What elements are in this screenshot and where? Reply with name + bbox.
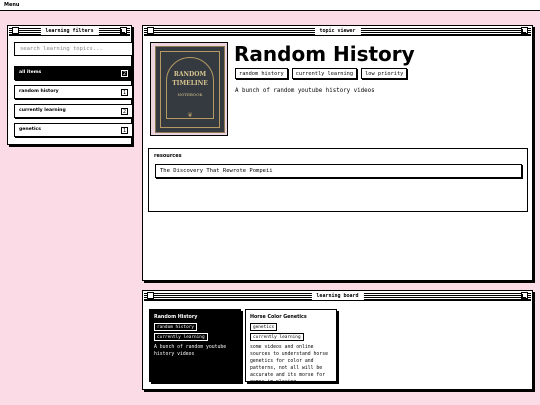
filters-title: learning filters	[40, 27, 99, 35]
board-titlebar[interactable]: learning board	[144, 292, 531, 301]
book-cover: RANDOM TIMELINE NOTEBOOK ❦	[155, 46, 225, 133]
filter-item-all-items[interactable]: all items 2	[14, 66, 133, 80]
tag-currently-learning[interactable]: currently learning	[291, 68, 358, 79]
card-tag: genetics	[250, 323, 278, 331]
cover-subtitle: NOTEBOOK	[177, 92, 203, 97]
card-tags: genetics currently learning	[250, 323, 332, 341]
filter-item-label: random history	[19, 89, 59, 94]
card-tag: currently learning	[250, 333, 304, 341]
card-tags: random history currently learning	[154, 323, 236, 341]
zoom-box-icon[interactable]	[521, 27, 528, 34]
learning-board-title: learning board	[311, 292, 364, 300]
card-tag: random history	[154, 323, 198, 331]
menu-label[interactable]: Menu	[4, 2, 20, 8]
resource-item[interactable]: The Discovery That Rewrote Pompeii	[155, 164, 522, 178]
resources-panel: resources The Discovery That Rewrote Pom…	[148, 148, 528, 212]
card-description: some videos and online sources to unders…	[250, 345, 328, 385]
filter-item-label: all items	[19, 70, 42, 75]
tag-low-priority[interactable]: low priority	[361, 68, 408, 79]
filter-count-badge: 2	[121, 70, 128, 77]
learning-filters-window: learning filters all items 2 random hist…	[7, 25, 133, 145]
filter-count-badge: 2	[121, 108, 128, 115]
filter-count-badge: 1	[121, 89, 128, 96]
cover-title-line: TIMELINE	[172, 80, 208, 87]
ornament-icon: ❦	[187, 110, 193, 119]
resources-heading: resources	[154, 153, 182, 159]
filter-count-badge: 1	[121, 127, 128, 134]
board-card-horse-color-genetics[interactable]: Horse Color Genetics genetics currently …	[245, 309, 337, 385]
close-box-icon[interactable]	[147, 27, 154, 34]
zoom-box-icon[interactable]	[120, 27, 127, 34]
close-box-icon[interactable]	[12, 27, 19, 34]
filter-item-random-history[interactable]: random history 1	[14, 85, 133, 99]
card-title: Random History	[154, 315, 198, 320]
board-card-random-history[interactable]: Random History random history currently …	[149, 309, 241, 382]
topic-description: A bunch of random youtube history videos	[235, 88, 375, 94]
card-description: A bunch of random youtube history videos	[154, 345, 227, 357]
filter-item-currently-learning[interactable]: currently learning 2	[14, 104, 133, 118]
card-tag: currently learning	[154, 333, 208, 341]
card-title: Horse Color Genetics	[250, 315, 307, 320]
learning-board-window: learning board Random History random his…	[142, 290, 533, 390]
topic-viewer-window: topic viewer RANDOM TIMELINE NOTEBOOK ❦ …	[142, 25, 533, 281]
topic-titlebar[interactable]: topic viewer	[144, 27, 531, 36]
filter-item-label: genetics	[19, 127, 42, 132]
search-input[interactable]	[14, 42, 133, 56]
topic-tags: random history currently learning low pr…	[235, 68, 408, 79]
topic-title: Random History	[234, 42, 415, 66]
close-box-icon[interactable]	[147, 292, 154, 299]
topic-cover-image: RANDOM TIMELINE NOTEBOOK ❦	[150, 42, 228, 136]
cover-title-line: RANDOM	[173, 71, 207, 78]
filter-item-label: currently learning	[19, 108, 66, 113]
filters-titlebar[interactable]: learning filters	[9, 27, 130, 36]
menu-bar[interactable]: Menu	[0, 0, 540, 11]
topic-viewer-title: topic viewer	[314, 27, 361, 35]
tag-random-history[interactable]: random history	[235, 68, 288, 79]
zoom-box-icon[interactable]	[521, 292, 528, 299]
filter-item-genetics[interactable]: genetics 1	[14, 123, 133, 137]
